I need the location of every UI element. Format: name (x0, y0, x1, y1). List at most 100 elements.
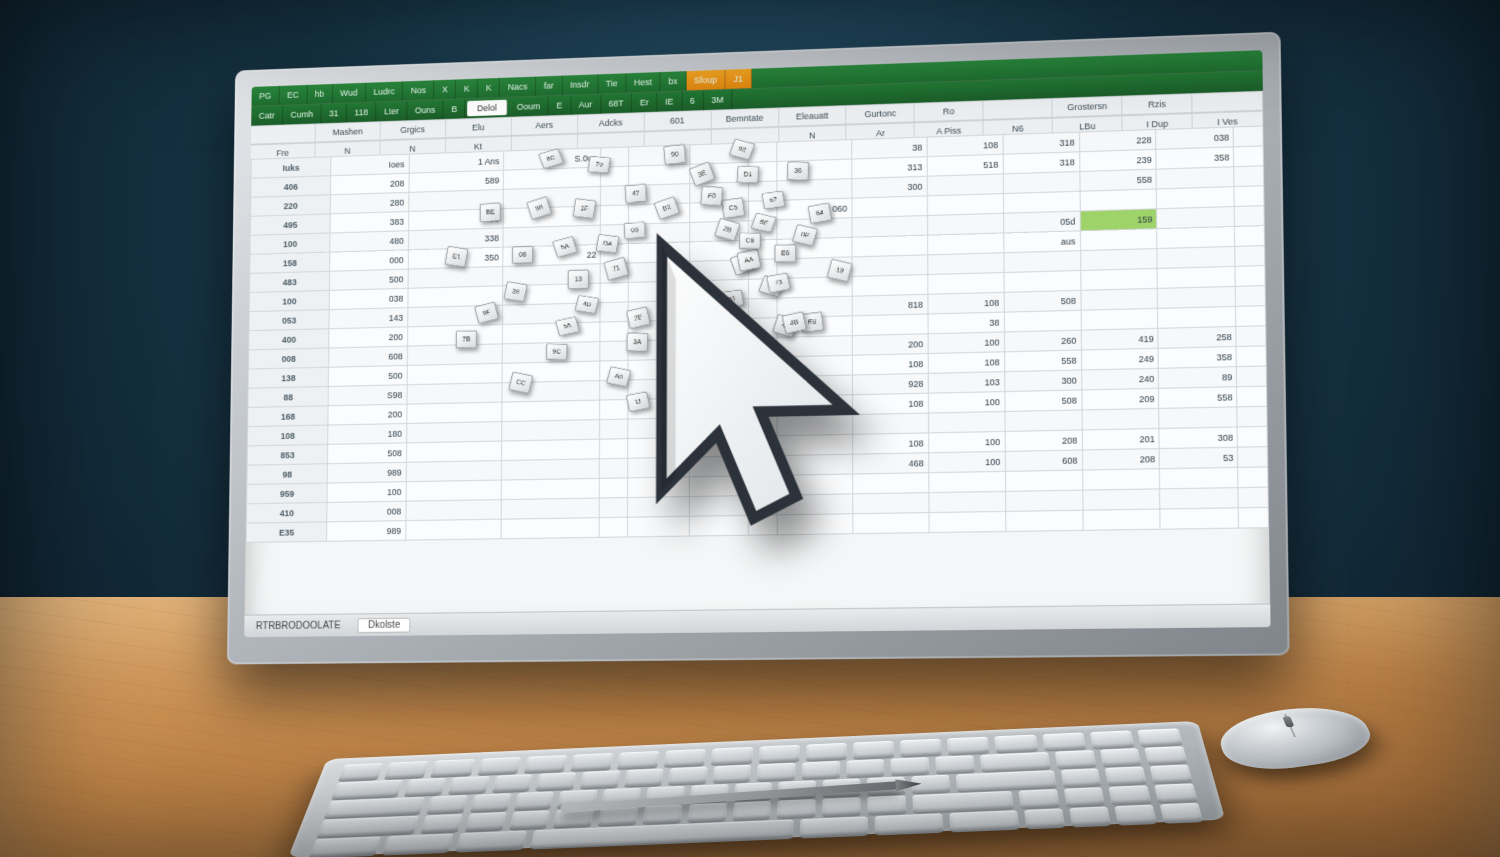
cell[interactable] (1160, 488, 1239, 509)
ribbon-tab[interactable]: Sfoup (686, 70, 725, 91)
cell[interactable]: 143 (329, 308, 407, 329)
ribbon-command[interactable]: IE (657, 92, 682, 112)
cell[interactable] (1082, 509, 1160, 530)
row-header[interactable]: 220 (250, 195, 330, 216)
column-header[interactable]: Eleauatt (779, 106, 847, 126)
column-header[interactable]: 601 (644, 111, 711, 131)
cell[interactable] (406, 480, 502, 501)
cell[interactable] (406, 441, 502, 462)
cell[interactable] (1003, 251, 1080, 273)
row-header[interactable]: 053 (249, 310, 330, 331)
row-header[interactable]: 168 (248, 406, 329, 427)
cell[interactable] (1003, 172, 1080, 194)
cell[interactable] (1160, 467, 1239, 488)
row-header[interactable]: 158 (250, 252, 331, 273)
cell[interactable]: 300 (852, 176, 928, 198)
cell[interactable] (777, 179, 852, 201)
row-header[interactable]: 100 (249, 290, 330, 311)
ribbon-command[interactable]: E (549, 95, 571, 115)
row-header[interactable]: 495 (250, 214, 330, 235)
cell[interactable]: 239 (1079, 149, 1156, 171)
cell[interactable] (1157, 226, 1235, 248)
cell[interactable] (1157, 246, 1235, 268)
cell[interactable] (502, 439, 600, 460)
cell[interactable] (1236, 306, 1266, 327)
ribbon-command[interactable]: Delol (468, 100, 508, 117)
cell[interactable] (406, 461, 502, 482)
cell[interactable]: 989 (327, 521, 406, 542)
cell[interactable]: 383 (330, 212, 408, 233)
cell[interactable] (1157, 187, 1235, 209)
cell[interactable] (502, 400, 600, 422)
cell[interactable] (503, 322, 601, 344)
cell[interactable] (501, 518, 599, 539)
cell[interactable]: 240 (1081, 368, 1159, 390)
cell[interactable] (1005, 470, 1082, 491)
cell[interactable] (1239, 507, 1269, 528)
column-header[interactable]: Mashen (316, 122, 381, 141)
cell[interactable]: 300 (1004, 370, 1081, 392)
cell[interactable] (1235, 246, 1265, 267)
cell[interactable] (1005, 510, 1082, 531)
cell[interactable] (407, 383, 503, 404)
cell[interactable] (502, 420, 600, 441)
cell[interactable]: 318 (1003, 152, 1080, 174)
column-header[interactable] (984, 99, 1053, 119)
ribbon-command[interactable]: B (444, 99, 466, 119)
cell[interactable] (1004, 310, 1081, 332)
cell[interactable]: 558 (1079, 169, 1156, 191)
ribbon-tab[interactable]: hb (307, 84, 333, 104)
ribbon-tab[interactable]: K (478, 78, 500, 98)
cell[interactable]: 201 (1082, 428, 1160, 450)
ribbon-command[interactable]: Lter (376, 101, 407, 121)
cell[interactable] (1004, 270, 1081, 292)
cell[interactable]: 518 (927, 154, 1003, 176)
cell[interactable]: 500 (330, 269, 408, 290)
column-header[interactable]: Grostersn (1053, 97, 1123, 117)
ribbon-command[interactable]: Ooum (509, 96, 549, 117)
row-header[interactable]: 483 (249, 271, 330, 292)
cell[interactable]: 280 (331, 192, 409, 213)
cell[interactable] (1234, 166, 1264, 187)
cell[interactable] (927, 174, 1003, 196)
ribbon-tab[interactable]: EC (280, 85, 308, 105)
cell[interactable] (1082, 489, 1160, 510)
cell[interactable] (406, 402, 502, 423)
cell[interactable] (1158, 306, 1236, 328)
cell[interactable]: 100 (327, 482, 406, 503)
ribbon-tab[interactable]: bx (661, 71, 687, 91)
column-header[interactable]: Grgics (380, 120, 445, 139)
ribbon-tab[interactable]: Wud (332, 83, 365, 103)
cell[interactable]: 008 (327, 501, 406, 522)
cell[interactable] (1236, 346, 1266, 367)
cell[interactable] (1003, 191, 1080, 213)
cell[interactable] (1080, 288, 1158, 310)
cell[interactable] (405, 519, 501, 540)
row-header[interactable]: 88 (248, 386, 329, 407)
column-header[interactable]: Adcks (578, 113, 645, 133)
cell[interactable]: 000 (330, 250, 408, 271)
ribbon-command[interactable]: 3M (704, 90, 733, 110)
cell[interactable] (1235, 266, 1265, 287)
cell[interactable] (406, 500, 502, 521)
cell[interactable]: 228 (1079, 130, 1156, 152)
cell[interactable]: 108 (927, 135, 1003, 157)
cell[interactable] (1081, 308, 1159, 330)
cell[interactable] (1005, 410, 1082, 431)
ribbon-tab[interactable]: Hest (626, 72, 660, 92)
column-header[interactable]: Gurtonc (847, 104, 915, 124)
cell[interactable]: 989 (328, 462, 407, 483)
column-header[interactable]: Aers (512, 115, 578, 135)
column-header[interactable] (251, 124, 316, 143)
cell[interactable]: 38 (851, 137, 926, 159)
cell[interactable] (1082, 469, 1160, 490)
cell[interactable]: Ioes (331, 154, 409, 176)
ribbon-command[interactable]: 68T (601, 93, 632, 113)
ribbon-tab[interactable]: J1 (726, 69, 752, 89)
row-header[interactable]: E35 (246, 522, 327, 543)
ribbon-tab[interactable]: Insdr (562, 74, 598, 94)
cell[interactable] (1005, 490, 1082, 511)
cell[interactable]: 208 (331, 173, 409, 195)
cell[interactable] (1080, 268, 1157, 290)
cell[interactable]: 313 (851, 157, 926, 179)
